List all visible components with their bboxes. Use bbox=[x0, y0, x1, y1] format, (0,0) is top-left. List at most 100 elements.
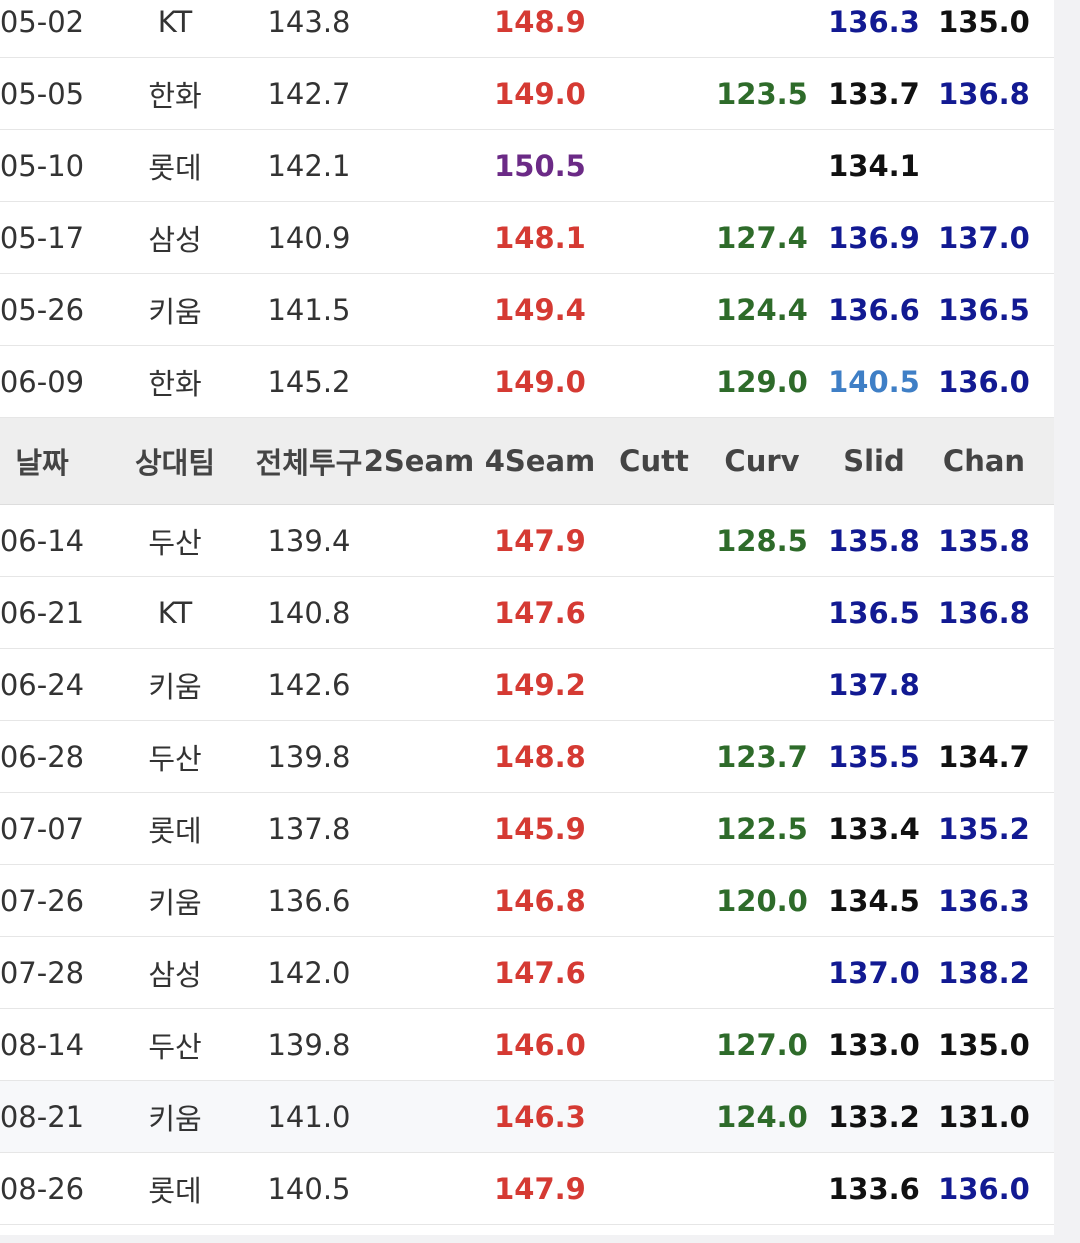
cell-slid: 134.1 bbox=[828, 148, 920, 183]
cell-2seam bbox=[364, 793, 474, 864]
cell-cutt bbox=[602, 202, 706, 273]
table-row[interactable]: 05-10 롯데 142.1 150.5 134.1 bbox=[0, 130, 1054, 202]
table-row[interactable]: 05-17 삼성 140.9 148.1 127.4 136.9 137.0 bbox=[0, 202, 1054, 274]
cell-slid: 140.5 bbox=[828, 364, 920, 399]
cell-team: 두산 bbox=[148, 525, 202, 560]
cell-4seam: 145.9 bbox=[494, 811, 586, 846]
cell-curv: 122.5 bbox=[716, 811, 808, 846]
cell-date: 05-10 bbox=[0, 148, 85, 183]
cell-cutt bbox=[602, 0, 706, 57]
cell-cutt bbox=[602, 58, 706, 129]
table-body-top: 05-02 KT 143.8 148.9 136.3 135.0 05-05 한화 142.7 1… bbox=[0, 0, 1054, 418]
table-row[interactable]: 06-14 두산 139.4 147.9 128.5 135.8 135.8 bbox=[0, 505, 1054, 577]
cell-date: 05-26 bbox=[0, 292, 85, 327]
cell-4seam: 149.0 bbox=[494, 76, 586, 111]
cell-slid: 134.5 bbox=[828, 883, 920, 918]
table-row[interactable]: 06-21 KT 140.8 147.6 136.5 136.8 bbox=[0, 577, 1054, 649]
cell-cutt bbox=[602, 721, 706, 792]
table-row[interactable]: 08-14 두산 139.8 146.0 127.0 133.0 135.0 bbox=[0, 1009, 1054, 1081]
header-2seam[interactable]: 2Seam bbox=[364, 418, 475, 504]
cell-4seam: 147.9 bbox=[494, 523, 586, 558]
cell-chan bbox=[928, 649, 1040, 720]
cell-total: 140.9 bbox=[267, 220, 351, 255]
table-row[interactable]: 06-24 키움 142.6 149.2 137.8 bbox=[0, 649, 1054, 721]
table-row[interactable]: 06-28 두산 139.8 148.8 123.7 135.5 134.7 bbox=[0, 721, 1054, 793]
table-row[interactable]: 07-07 롯데 137.8 145.9 122.5 133.4 135.2 bbox=[0, 793, 1054, 865]
cell-cutt bbox=[602, 346, 706, 417]
table-body-bottom: 06-14 두산 139.4 147.9 128.5 135.8 135.8 06-21 KT 1… bbox=[0, 505, 1054, 1225]
cell-total: 139.8 bbox=[267, 739, 351, 774]
cell-4seam: 149.4 bbox=[494, 292, 586, 327]
cell-team: KT bbox=[157, 4, 193, 39]
cell-slid: 133.0 bbox=[828, 1027, 920, 1062]
cell-chan bbox=[928, 130, 1040, 201]
cell-chan: 136.8 bbox=[938, 595, 1030, 630]
cell-curv: 124.4 bbox=[716, 292, 808, 327]
cell-total: 142.0 bbox=[267, 955, 351, 990]
cell-team: 두산 bbox=[148, 1029, 202, 1064]
cell-curv: 123.7 bbox=[716, 739, 808, 774]
table-row[interactable]: 05-05 한화 142.7 149.0 123.5 133.7 136.8 bbox=[0, 58, 1054, 130]
cell-slid: 135.8 bbox=[828, 523, 920, 558]
cell-team: 키움 bbox=[148, 885, 202, 920]
table-row[interactable]: 08-26 롯데 140.5 147.9 133.6 136.0 bbox=[0, 1153, 1054, 1225]
cell-slid: 137.8 bbox=[828, 667, 920, 702]
cell-4seam: 149.2 bbox=[494, 667, 586, 702]
cell-4seam: 147.9 bbox=[494, 1171, 586, 1206]
cell-date: 05-02 bbox=[0, 4, 85, 39]
header-date[interactable]: 날짜 bbox=[0, 418, 110, 504]
header-slid[interactable]: Slid bbox=[818, 418, 930, 504]
table-row[interactable]: 05-26 키움 141.5 149.4 124.4 136.6 136.5 bbox=[0, 274, 1054, 346]
header-chan[interactable]: Chan bbox=[928, 418, 1040, 504]
cell-total: 139.4 bbox=[267, 523, 351, 558]
header-4seam[interactable]: 4Seam bbox=[484, 418, 596, 504]
table-header-row: 날짜 상대팀 전체투구 2Seam 4Seam Cutt Curv Slid C… bbox=[0, 418, 1054, 505]
cell-total: 143.8 bbox=[267, 4, 351, 39]
cell-2seam bbox=[364, 58, 474, 129]
cell-chan: 136.8 bbox=[938, 76, 1030, 111]
cell-chan: 136.0 bbox=[938, 364, 1030, 399]
header-total[interactable]: 전체투구 bbox=[240, 418, 378, 504]
table-row[interactable]: 07-28 삼성 142.0 147.6 137.0 138.2 bbox=[0, 937, 1054, 1009]
cell-cutt bbox=[602, 505, 706, 576]
cell-curv: 129.0 bbox=[716, 364, 808, 399]
cell-2seam bbox=[364, 649, 474, 720]
cell-cutt bbox=[602, 1153, 706, 1224]
table-row[interactable]: 07-26 키움 136.6 146.8 120.0 134.5 136.3 bbox=[0, 865, 1054, 937]
cell-2seam bbox=[364, 865, 474, 936]
table-row[interactable]: 06-09 한화 145.2 149.0 129.0 140.5 136.0 bbox=[0, 346, 1054, 418]
cell-team: 롯데 bbox=[148, 1173, 202, 1208]
cell-total: 145.2 bbox=[267, 364, 351, 399]
cell-4seam: 148.9 bbox=[494, 4, 586, 39]
cell-date: 05-17 bbox=[0, 220, 85, 255]
table-row[interactable]: 08-21 키움 141.0 146.3 124.0 133.2 131.0 bbox=[0, 1081, 1054, 1153]
header-cutt[interactable]: Cutt bbox=[602, 418, 706, 504]
cell-date: 06-14 bbox=[0, 523, 85, 558]
cell-curv: 127.0 bbox=[716, 1027, 808, 1062]
cell-slid: 136.6 bbox=[828, 292, 920, 327]
cell-team: 삼성 bbox=[148, 957, 202, 992]
table-row[interactable]: 05-02 KT 143.8 148.9 136.3 135.0 bbox=[0, 0, 1054, 58]
cell-chan: 136.5 bbox=[938, 292, 1030, 327]
cell-cutt bbox=[602, 1081, 706, 1152]
cell-cutt bbox=[602, 1009, 706, 1080]
cell-curv bbox=[706, 130, 818, 201]
header-team[interactable]: 상대팀 bbox=[110, 418, 240, 504]
cell-chan: 135.8 bbox=[938, 523, 1030, 558]
cell-chan: 131.0 bbox=[938, 1099, 1030, 1134]
cell-curv bbox=[706, 937, 818, 1008]
pitch-velocity-table: 05-02 KT 143.8 148.9 136.3 135.0 05-05 한화 142.7 1… bbox=[0, 0, 1054, 1235]
header-curv[interactable]: Curv bbox=[706, 418, 818, 504]
cell-total: 136.6 bbox=[267, 883, 351, 918]
cell-team: 키움 bbox=[148, 1101, 202, 1136]
cell-2seam bbox=[364, 721, 474, 792]
cell-curv: 123.5 bbox=[716, 76, 808, 111]
cell-slid: 133.4 bbox=[828, 811, 920, 846]
cell-cutt bbox=[602, 274, 706, 345]
cell-date: 08-14 bbox=[0, 1027, 85, 1062]
cell-4seam: 146.8 bbox=[494, 883, 586, 918]
cell-chan: 135.0 bbox=[938, 4, 1030, 39]
cell-total: 142.7 bbox=[267, 76, 351, 111]
viewport[interactable]: 05-02 KT 143.8 148.9 136.3 135.0 05-05 한화 142.7 1… bbox=[0, 0, 1080, 1243]
cell-curv: 120.0 bbox=[716, 883, 808, 918]
